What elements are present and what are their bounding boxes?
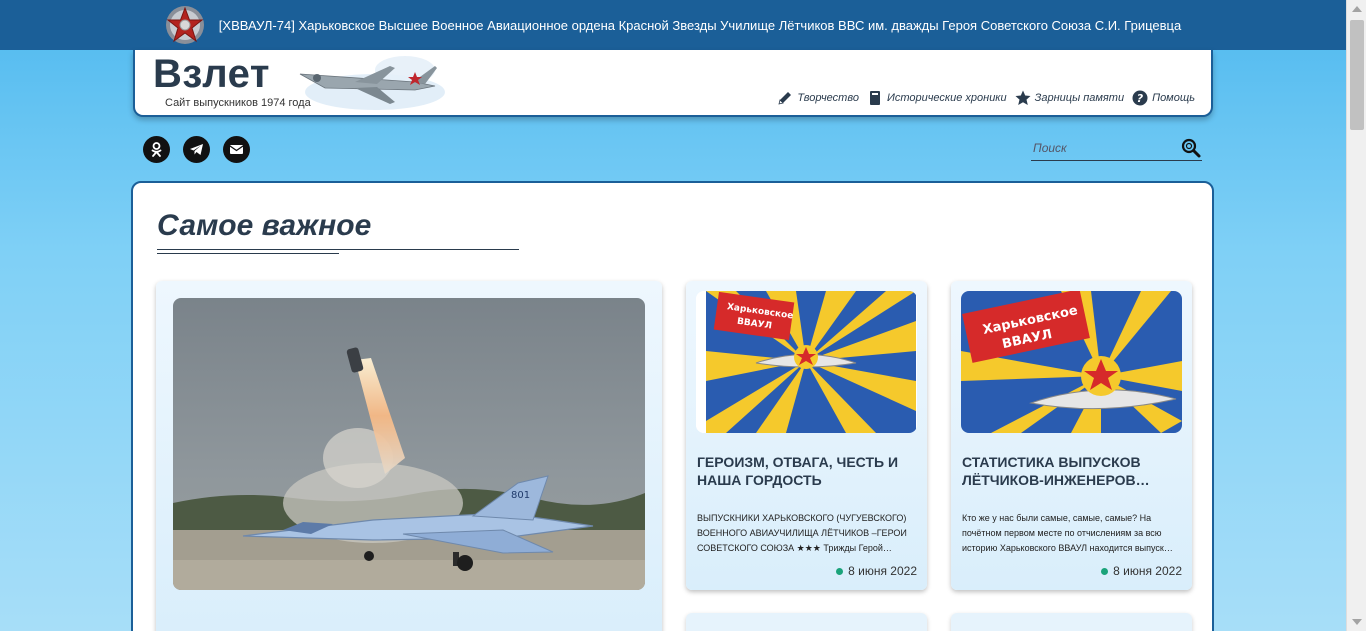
telegram-icon: [190, 144, 203, 155]
date-dot-icon: [1101, 567, 1109, 575]
envelope-icon: [229, 145, 244, 154]
flag-image: Харьковское ВВАУЛ: [961, 291, 1182, 433]
featured-card[interactable]: 801: [156, 281, 662, 631]
flag-image: Харьковское ВВАУЛ: [696, 291, 917, 433]
nav-memory-flashes-label: Зарницы памяти: [1034, 92, 1125, 104]
main-content: Самое важное 801 Харьковское ВВАУЛ ГЕРОИ…: [131, 181, 1214, 631]
scroll-up-arrow[interactable]: [1352, 6, 1362, 12]
red-star-icon: [165, 6, 204, 44]
email-link[interactable]: [223, 136, 250, 163]
question-icon: ?: [1132, 90, 1148, 106]
site-header: Взлет Сайт выпускников 1974 года Творчес…: [133, 50, 1213, 117]
nav-creativity-label: Творчество: [797, 92, 859, 104]
logo-subtitle: Сайт выпускников 1974 года: [165, 97, 311, 109]
article-card-excerpt: Кто же у нас были самые, самые, самые? Н…: [962, 513, 1173, 553]
social-links: [143, 136, 250, 163]
article-card-next[interactable]: [686, 613, 927, 631]
scroll-down-arrow[interactable]: [1352, 619, 1362, 625]
odnoklassniki-link[interactable]: [143, 136, 170, 163]
article-card-date-text: 8 июня 2022: [848, 564, 917, 578]
article-card-image[interactable]: Харьковское ВВАУЛ: [961, 291, 1182, 433]
top-banner: [ХВВАУЛ-74] Харьковское Высшее Военное А…: [0, 0, 1346, 50]
article-card[interactable]: Харьковское ВВАУЛ Героизм, отвага, честь…: [686, 281, 927, 590]
article-card-date: 8 июня 2022: [836, 564, 917, 578]
book-icon: [869, 91, 880, 105]
scroll-thumb[interactable]: [1350, 20, 1364, 130]
nav-historical-chronicles[interactable]: Исторические хроники: [867, 90, 1007, 106]
article-card-title[interactable]: Героизм, отвага, честь и наша гордость: [697, 453, 917, 489]
title-underline: [157, 249, 519, 250]
search-input[interactable]: [1031, 136, 1171, 160]
article-card-date: 8 июня 2022: [1101, 564, 1182, 578]
article-card-next[interactable]: [951, 613, 1192, 631]
jet-ejection-photo: 801: [173, 298, 645, 590]
main-nav: Творчество Исторические хроники Зарницы …: [777, 90, 1195, 106]
nav-historical-chronicles-label: Исторические хроники: [886, 92, 1007, 104]
nav-help[interactable]: ? Помощь: [1132, 90, 1195, 106]
date-dot-icon: [836, 567, 844, 575]
article-card[interactable]: Харьковское ВВАУЛ Статистика выпусков лё…: [951, 281, 1192, 590]
search-box: [1031, 136, 1202, 161]
featured-image[interactable]: 801: [173, 298, 645, 590]
pencil-icon: [778, 92, 792, 105]
svg-text:?: ?: [1137, 92, 1144, 105]
section-title: Самое важное: [157, 209, 372, 242]
vertical-scrollbar[interactable]: [1346, 0, 1366, 631]
logo-jet-image: [299, 56, 445, 110]
title-underline-short: [157, 253, 339, 254]
site-full-title: [ХВВАУЛ-74] Харьковское Высшее Военное А…: [218, 17, 1182, 33]
article-card-title[interactable]: Статистика выпусков лётчиков-инженеров…: [962, 453, 1182, 489]
nav-memory-flashes[interactable]: Зарницы памяти: [1015, 90, 1124, 106]
logo-title[interactable]: Взлет: [153, 52, 270, 97]
nav-creativity[interactable]: Творчество: [777, 90, 859, 106]
article-card-excerpt: ВЫПУСКНИКИ ХАРЬКОВСКОГО (ЧУГУЕВСКОГО) ВО…: [697, 513, 907, 553]
odnoklassniki-icon: [151, 142, 162, 157]
search-icon[interactable]: [1180, 137, 1202, 159]
nav-help-label: Помощь: [1152, 92, 1195, 104]
jet-side-number: 801: [511, 490, 530, 501]
star-icon: [1015, 90, 1031, 105]
telegram-link[interactable]: [183, 136, 210, 163]
article-card-image[interactable]: Харьковское ВВАУЛ: [696, 291, 917, 433]
article-card-date-text: 8 июня 2022: [1113, 564, 1182, 578]
